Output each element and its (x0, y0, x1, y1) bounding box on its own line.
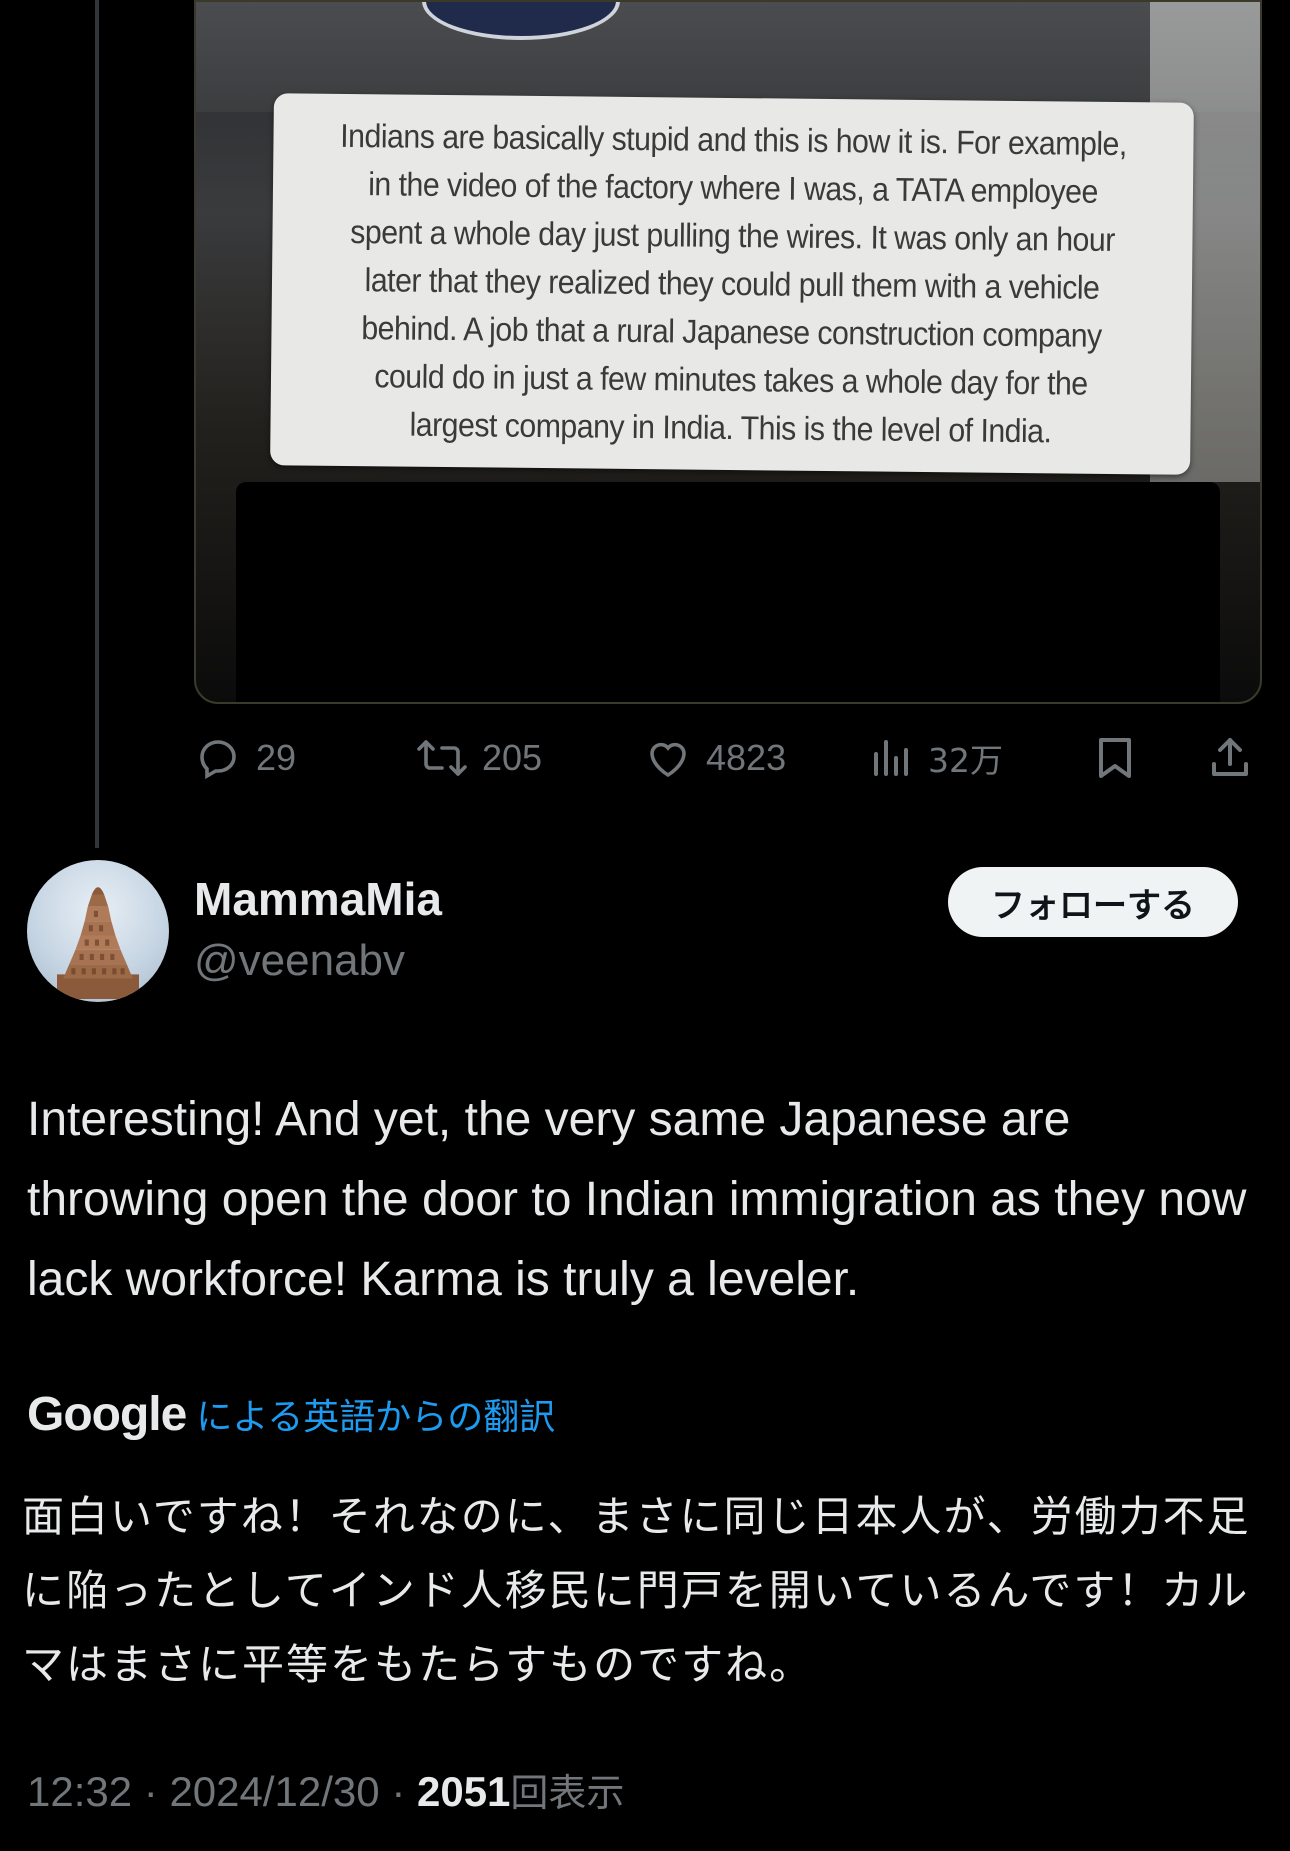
tweet-metadata: 12:32 · 2024/12/30 · 2051回表示 (27, 1762, 624, 1817)
retweet-icon (416, 734, 468, 782)
reply-icon (194, 734, 242, 782)
tweet-view-count: 2051 (416, 1768, 511, 1815)
media-caption-box: Indians are basically stupid and this is… (270, 93, 1194, 475)
like-button[interactable]: 4823 (644, 720, 786, 796)
translation-link[interactable]: による英語からの翻訳 (196, 1388, 555, 1440)
views-button[interactable]: 32万 (870, 720, 1003, 796)
views-icon (870, 734, 914, 782)
display-name[interactable]: MammaMia (194, 872, 442, 926)
bookmark-icon (1092, 734, 1138, 782)
like-icon (644, 734, 692, 782)
reply-count: 29 (256, 737, 297, 778)
share-icon (1206, 734, 1254, 782)
translation-attribution: Google による英語からの翻訳 (27, 1384, 555, 1444)
google-logo: Google (27, 1387, 187, 1441)
tweet-date[interactable]: 2024/12/30 (169, 1768, 379, 1815)
media-background-bottom (236, 482, 1220, 702)
follow-button[interactable]: フォローする (948, 867, 1238, 937)
temple-avatar-image (57, 887, 139, 999)
translated-text: 面白いですね！それなのに、まさに同じ日本人が、労働力不足に陥ったとしてインド人移… (22, 1492, 1251, 1689)
tweet-time[interactable]: 12:32 (27, 1768, 132, 1815)
tweet-text: Interesting! And yet, the very same Japa… (27, 1093, 1247, 1306)
thread-connector-line (95, 0, 99, 848)
retweet-count: 205 (482, 737, 543, 778)
share-button[interactable] (1206, 720, 1254, 796)
meta-separator: · (143, 1768, 170, 1815)
bookmark-button[interactable] (1092, 720, 1138, 796)
media-caption-text: Indians are basically stupid and this is… (340, 116, 1127, 450)
user-handle[interactable]: @veenabv (194, 936, 405, 986)
tweet-action-bar: 29 205 4823 32万 (194, 720, 1262, 796)
views-count: 32万 (928, 741, 1003, 780)
avatar[interactable] (27, 860, 169, 1002)
reply-button[interactable]: 29 (194, 720, 296, 796)
like-count: 4823 (706, 737, 787, 778)
retweet-button[interactable]: 205 (416, 720, 542, 796)
tweet-media[interactable]: Indians are basically stupid and this is… (194, 0, 1262, 704)
tweet-view-label: 回表示 (510, 1771, 625, 1815)
meta-separator: · (391, 1768, 417, 1815)
